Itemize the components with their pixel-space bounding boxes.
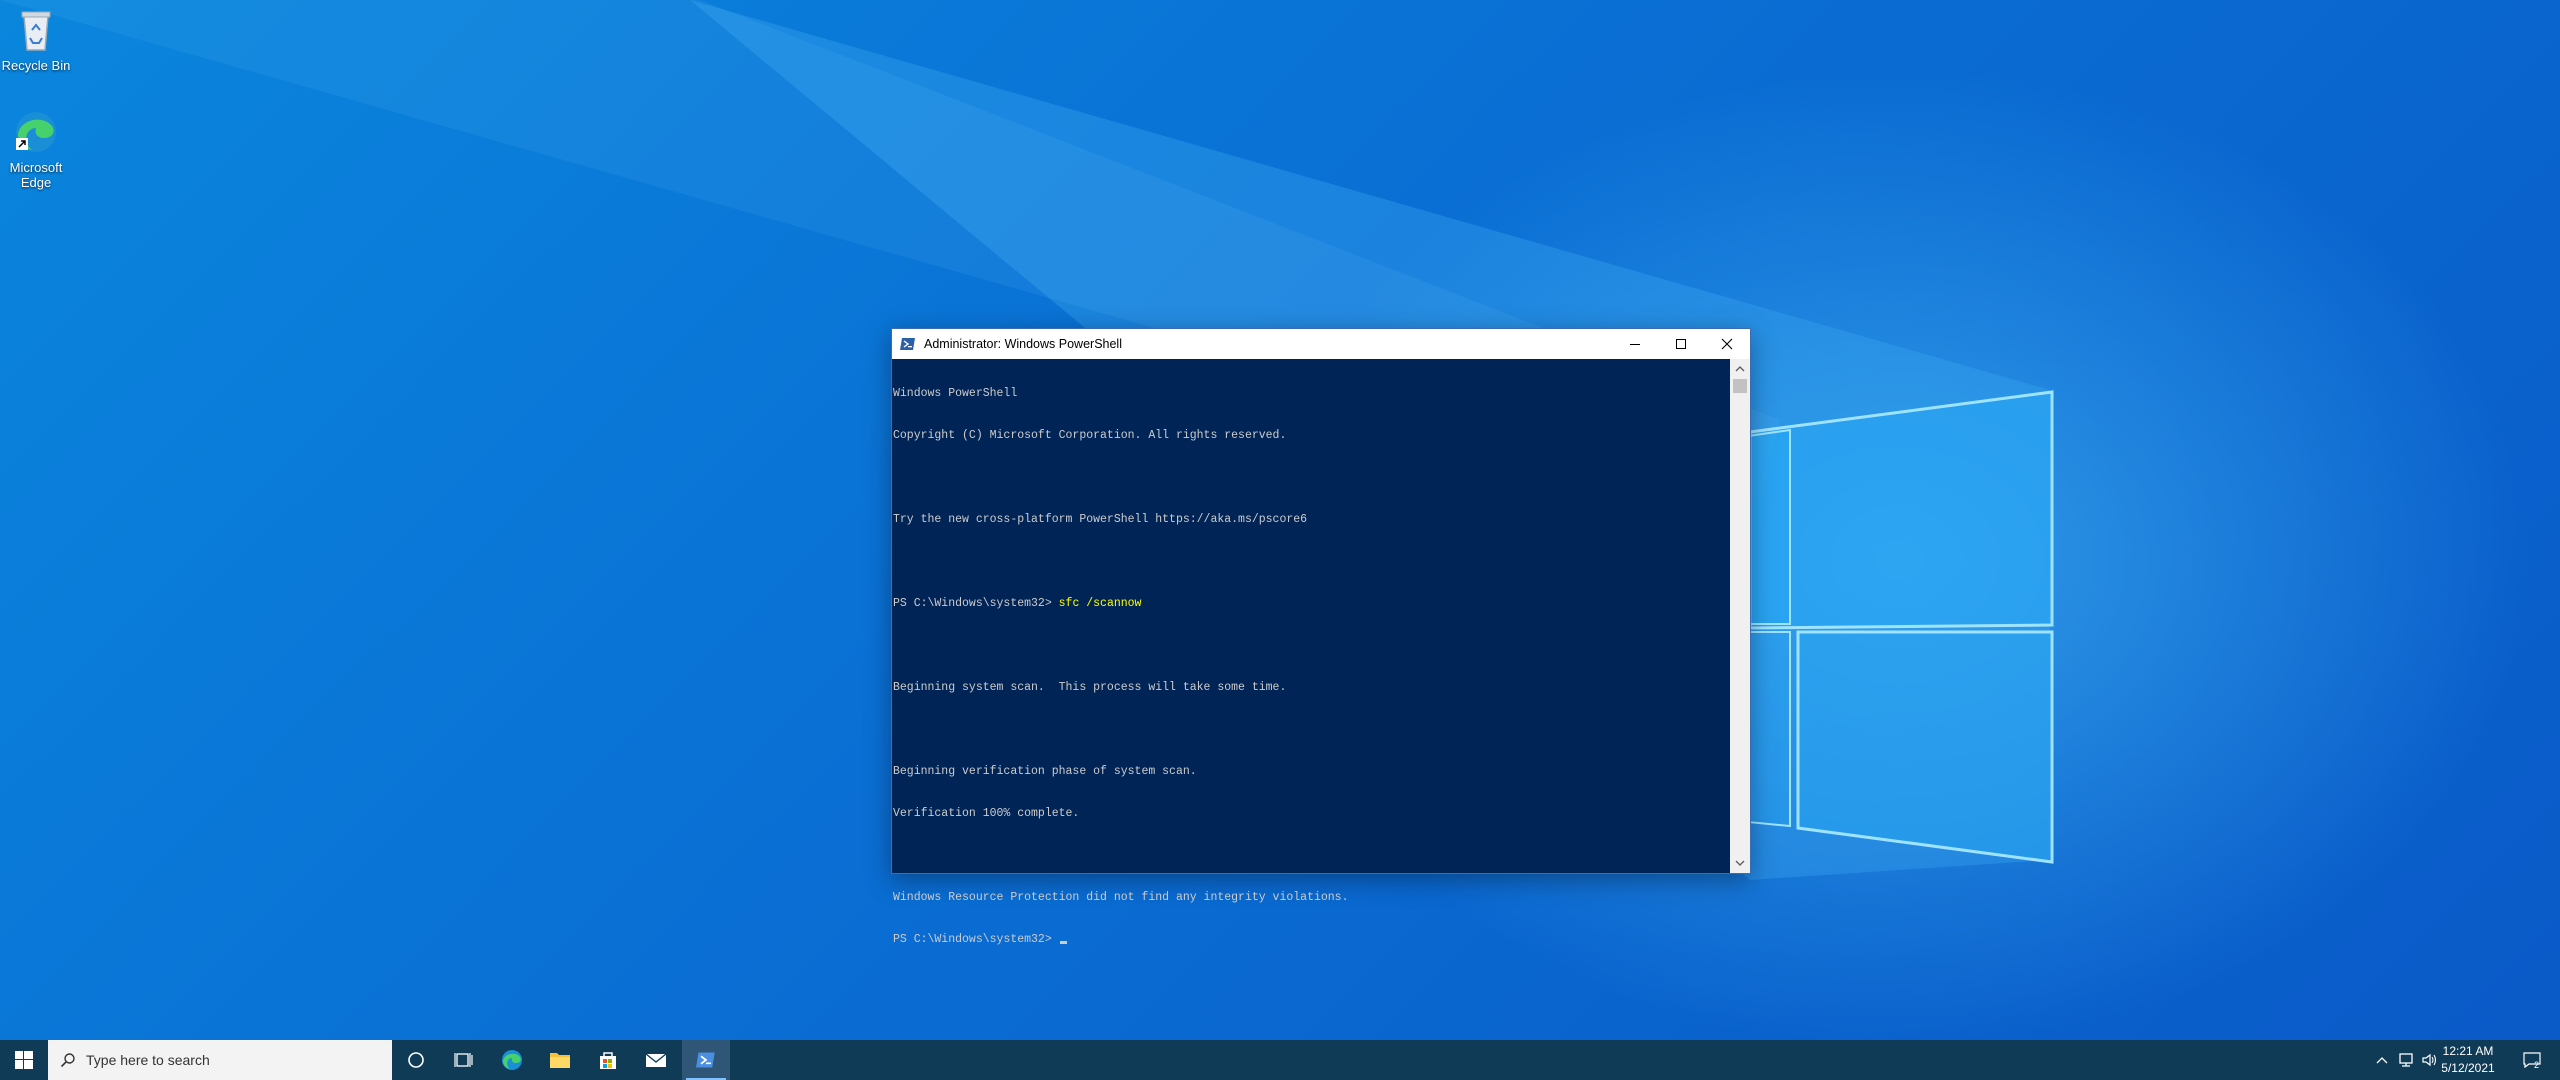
file-explorer-icon xyxy=(550,1053,570,1068)
powershell-window[interactable]: Administrator: Windows PowerShell Window… xyxy=(891,328,1751,946)
taskbar-powershell-button[interactable] xyxy=(682,1040,730,1080)
taskbar: Type here to search 12:21 AM 5/12/2021 2 xyxy=(0,1040,2560,1080)
console-prompt: PS C:\Windows\system32> xyxy=(893,933,1059,946)
scroll-up-icon[interactable] xyxy=(1734,363,1746,375)
file-explorer-button[interactable] xyxy=(536,1040,584,1080)
console-input-line[interactable]: PS C:\Windows\system32> xyxy=(892,933,1730,947)
scrollbar-thumb[interactable] xyxy=(1733,379,1747,393)
taskbar-clock[interactable]: 12:21 AM 5/12/2021 xyxy=(2436,1040,2500,1080)
powershell-icon xyxy=(696,1052,715,1068)
cortana-button[interactable] xyxy=(392,1040,440,1080)
task-view-icon xyxy=(454,1053,473,1067)
clock-time: 12:21 AM xyxy=(2442,1044,2494,1058)
windows-logo-icon xyxy=(15,1051,33,1069)
search-icon xyxy=(60,1053,75,1068)
console-line: Windows Resource Protection did not find… xyxy=(893,891,1349,904)
minimize-button[interactable] xyxy=(1612,329,1658,359)
desktop-icon-label: Recycle Bin xyxy=(1,58,71,73)
taskbar-edge-button[interactable] xyxy=(488,1040,536,1080)
chevron-up-icon xyxy=(2376,1057,2388,1064)
edge-icon xyxy=(502,1050,522,1070)
desktop-icon-microsoft-edge[interactable]: Microsoft Edge xyxy=(0,108,72,190)
console-line: Beginning system scan. This process will… xyxy=(893,681,1287,694)
console-line: Copyright (C) Microsoft Corporation. All… xyxy=(893,429,1287,442)
desktop-icon-recycle-bin[interactable]: Recycle Bin xyxy=(0,6,72,73)
title-bar[interactable]: Administrator: Windows PowerShell xyxy=(892,329,1750,359)
console-prompt: PS C:\Windows\system32> xyxy=(893,597,1059,610)
taskbar-search-box[interactable]: Type here to search xyxy=(48,1040,392,1080)
network-button[interactable] xyxy=(2394,1040,2418,1080)
desktop-icon-label: Microsoft Edge xyxy=(9,160,63,190)
store-button[interactable] xyxy=(584,1040,632,1080)
maximize-icon xyxy=(1676,339,1686,349)
console-output[interactable]: Windows PowerShell Copyright (C) Microso… xyxy=(892,359,1730,946)
console-line: Verification 100% complete. xyxy=(893,807,1080,820)
vertical-scrollbar[interactable] xyxy=(1730,359,1750,873)
show-hidden-icons-button[interactable] xyxy=(2370,1040,2394,1080)
start-button[interactable] xyxy=(0,1040,48,1080)
clock-date: 5/12/2021 xyxy=(2441,1061,2495,1075)
scroll-down-icon[interactable] xyxy=(1734,857,1746,869)
action-center-button[interactable]: 2 xyxy=(2512,1040,2552,1080)
console-line: Beginning verification phase of system s… xyxy=(893,765,1197,778)
recycle-bin-icon xyxy=(12,6,60,54)
edge-icon xyxy=(12,108,60,156)
console-command: sfc /scannow xyxy=(1058,597,1142,610)
console-command-line: PS C:\Windows\system32> sfc /scannow xyxy=(892,597,1730,611)
network-icon xyxy=(2399,1053,2413,1067)
task-view-button[interactable] xyxy=(440,1040,488,1080)
mail-button[interactable] xyxy=(632,1040,680,1080)
maximize-button[interactable] xyxy=(1658,329,1704,359)
notification-count: 2 xyxy=(2534,1060,2540,1070)
minimize-icon xyxy=(1630,344,1640,345)
search-placeholder: Type here to search xyxy=(86,1052,210,1068)
console-line: Windows PowerShell xyxy=(893,387,1018,400)
close-button[interactable] xyxy=(1704,329,1750,359)
powershell-icon xyxy=(900,336,916,352)
console-line: Try the new cross-platform PowerShell ht… xyxy=(893,513,1308,526)
cortana-icon xyxy=(408,1052,424,1068)
window-title: Administrator: Windows PowerShell xyxy=(924,337,1122,351)
mail-icon xyxy=(645,1053,667,1067)
text-cursor xyxy=(1059,941,1067,944)
close-icon xyxy=(1721,338,1733,350)
store-icon xyxy=(600,1052,616,1069)
